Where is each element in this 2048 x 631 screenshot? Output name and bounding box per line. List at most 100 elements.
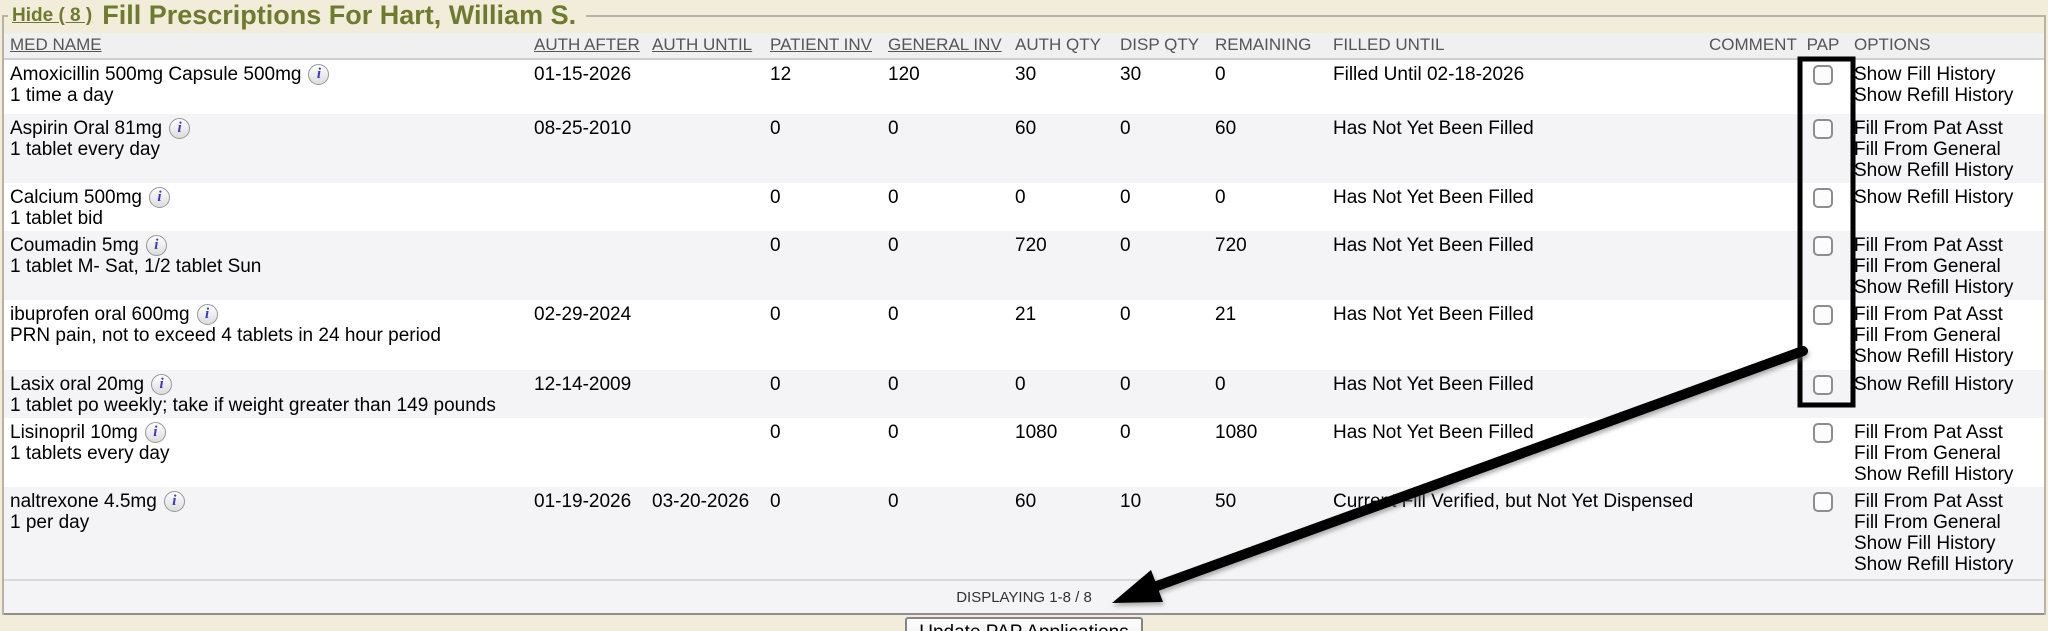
auth-until-cell <box>646 370 764 418</box>
filled-until-cell: Has Not Yet Been Filled <box>1327 114 1703 183</box>
info-icon[interactable]: i <box>151 374 172 395</box>
page-title: Fill Prescriptions For Hart, William S. <box>102 0 576 30</box>
info-icon[interactable]: i <box>169 118 190 139</box>
option-link[interactable]: Show Refill History <box>1854 85 2038 106</box>
col-header-options: OPTIONS <box>1848 33 2044 59</box>
table-row: Aspirin Oral 81mgi 1 tablet every day 08… <box>4 114 2044 183</box>
patient-inv-cell: 0 <box>764 114 882 183</box>
comment-cell <box>1703 114 1798 183</box>
comment-cell <box>1703 300 1798 370</box>
option-link[interactable]: Show Refill History <box>1854 554 2038 575</box>
option-link[interactable]: Fill From Pat Asst <box>1854 491 2038 512</box>
auth-qty-cell: 0 <box>1009 183 1114 231</box>
general-inv-cell: 0 <box>882 183 1009 231</box>
patient-inv-cell: 0 <box>764 418 882 487</box>
general-inv-cell: 0 <box>882 231 1009 300</box>
option-link[interactable]: Fill From General <box>1854 512 2038 533</box>
med-sig: 1 tablet po weekly; take if weight great… <box>10 395 522 416</box>
pap-checkbox[interactable] <box>1813 423 1833 443</box>
option-link[interactable]: Fill From Pat Asst <box>1854 304 2038 325</box>
fill-prescriptions-panel: Hide ( 8 ) Fill Prescriptions For Hart, W… <box>2 0 2046 615</box>
option-link[interactable]: Show Refill History <box>1854 277 2038 298</box>
auth-qty-cell: 0 <box>1009 370 1114 418</box>
filled-until-cell: Has Not Yet Been Filled <box>1327 300 1703 370</box>
option-link[interactable]: Fill From Pat Asst <box>1854 422 2038 443</box>
option-link[interactable]: Show Refill History <box>1854 346 2038 367</box>
button-row: Update PAP Applications <box>0 617 2048 631</box>
col-header-auth-after[interactable]: AUTH AFTER <box>528 33 646 59</box>
disp-qty-cell: 0 <box>1114 418 1209 487</box>
col-header-general-inv[interactable]: GENERAL INV <box>882 33 1009 59</box>
displaying-status: DISPLAYING 1-8 / 8 <box>4 580 2044 614</box>
auth-qty-cell: 60 <box>1009 487 1114 580</box>
comment-cell <box>1703 59 1798 114</box>
remaining-cell: 50 <box>1209 487 1327 580</box>
general-inv-cell: 0 <box>882 300 1009 370</box>
pap-checkbox[interactable] <box>1813 188 1833 208</box>
patient-inv-cell: 12 <box>764 59 882 114</box>
option-link[interactable]: Fill From General <box>1854 256 2038 277</box>
option-link[interactable]: Fill From General <box>1854 325 2038 346</box>
auth-qty-cell: 21 <box>1009 300 1114 370</box>
pap-checkbox[interactable] <box>1813 236 1833 256</box>
pap-checkbox[interactable] <box>1813 492 1833 512</box>
med-name: Lisinopril 10mg <box>10 422 138 443</box>
med-sig: 1 tablet M- Sat, 1/2 tablet Sun <box>10 256 522 277</box>
info-icon[interactable]: i <box>197 304 218 325</box>
med-name: Calcium 500mg <box>10 187 142 208</box>
pap-checkbox[interactable] <box>1813 119 1833 139</box>
remaining-cell: 1080 <box>1209 418 1327 487</box>
filled-until-cell: Has Not Yet Been Filled <box>1327 231 1703 300</box>
disp-qty-cell: 0 <box>1114 231 1209 300</box>
option-link[interactable]: Show Fill History <box>1854 64 2038 85</box>
filled-until-cell: Current Fill Verified, but Not Yet Dispe… <box>1327 487 1703 580</box>
disp-qty-cell: 0 <box>1114 300 1209 370</box>
update-pap-button[interactable]: Update PAP Applications <box>905 617 1143 631</box>
option-link[interactable]: Fill From General <box>1854 139 2038 160</box>
option-link[interactable]: Fill From Pat Asst <box>1854 235 2038 256</box>
disp-qty-cell: 0 <box>1114 183 1209 231</box>
table-row: Coumadin 5mgi 1 tablet M- Sat, 1/2 table… <box>4 231 2044 300</box>
med-sig: 1 per day <box>10 512 522 533</box>
pap-checkbox[interactable] <box>1813 65 1833 85</box>
option-link[interactable]: Show Fill History <box>1854 533 2038 554</box>
med-sig: 1 tablets every day <box>10 443 522 464</box>
option-link[interactable]: Fill From Pat Asst <box>1854 118 2038 139</box>
filled-until-cell: Has Not Yet Been Filled <box>1327 183 1703 231</box>
auth-after-cell: 01-15-2026 <box>528 59 646 114</box>
auth-after-cell: 02-29-2024 <box>528 300 646 370</box>
info-icon[interactable]: i <box>146 235 167 256</box>
auth-after-cell: 01-19-2026 <box>528 487 646 580</box>
info-icon[interactable]: i <box>145 422 166 443</box>
auth-until-cell <box>646 114 764 183</box>
table-row: Lisinopril 10mg i 1 tablets every day 0 0… <box>4 418 2044 487</box>
filled-until-cell: Filled Until 02-18-2026 <box>1327 59 1703 114</box>
general-inv-cell: 120 <box>882 59 1009 114</box>
hide-link[interactable]: Hide ( 8 ) <box>12 5 92 26</box>
pap-checkbox[interactable] <box>1813 305 1833 325</box>
col-header-patient-inv[interactable]: PATIENT INV <box>764 33 882 59</box>
auth-qty-cell: 60 <box>1009 114 1114 183</box>
general-inv-cell: 0 <box>882 487 1009 580</box>
option-link[interactable]: Show Refill History <box>1854 187 2038 208</box>
patient-inv-cell: 0 <box>764 231 882 300</box>
col-header-auth-until[interactable]: AUTH UNTIL <box>646 33 764 59</box>
general-inv-cell: 0 <box>882 418 1009 487</box>
table-row: naltrexone 4.5mg i 1 per day 01-19-2026 0… <box>4 487 2044 580</box>
auth-after-cell <box>528 183 646 231</box>
auth-until-cell <box>646 59 764 114</box>
pap-checkbox[interactable] <box>1813 375 1833 395</box>
info-icon[interactable]: i <box>308 64 329 85</box>
option-link[interactable]: Show Refill History <box>1854 374 2038 395</box>
option-link[interactable]: Show Refill History <box>1854 160 2038 181</box>
med-name: naltrexone 4.5mg <box>10 491 157 512</box>
col-header-med-name[interactable]: MED NAME <box>4 33 528 59</box>
col-header-auth-qty: AUTH QTY <box>1009 33 1114 59</box>
med-sig: 1 tablet bid <box>10 208 522 229</box>
option-link[interactable]: Show Refill History <box>1854 464 2038 485</box>
info-icon[interactable]: i <box>149 187 170 208</box>
info-icon[interactable]: i <box>164 491 185 512</box>
disp-qty-cell: 0 <box>1114 370 1209 418</box>
comment-cell <box>1703 231 1798 300</box>
option-link[interactable]: Fill From General <box>1854 443 2038 464</box>
